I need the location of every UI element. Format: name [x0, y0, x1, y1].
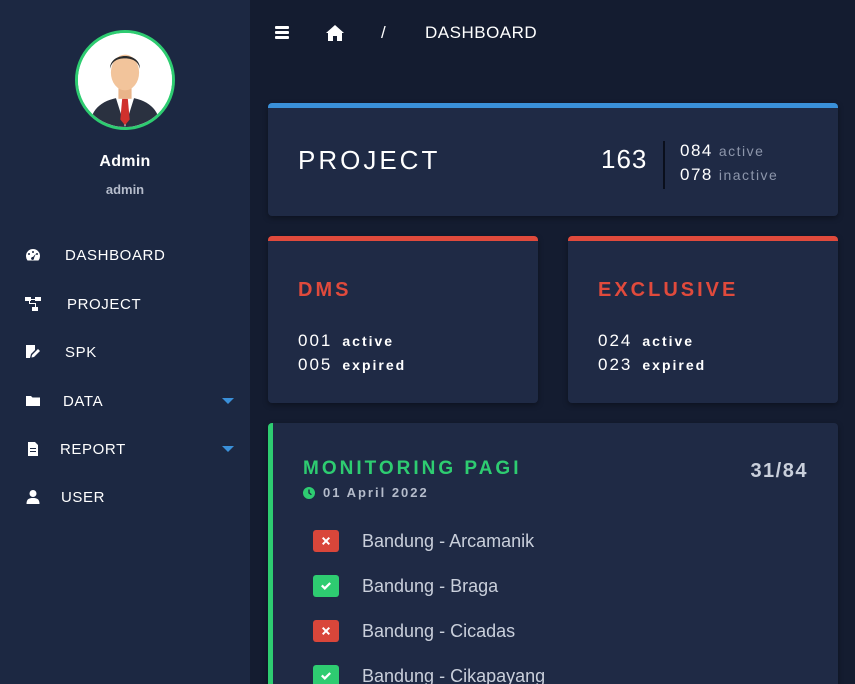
exclusive-card[interactable]: EXCLUSIVE 024 active 023 expired	[568, 236, 838, 403]
sidebar-item-user[interactable]: USER	[0, 479, 250, 515]
list-item-label: Bandung - Braga	[362, 575, 499, 596]
edit-document-icon	[24, 343, 42, 361]
exclusive-expired-count: 023	[598, 355, 633, 374]
status-ok-icon	[313, 575, 339, 597]
project-inactive-stat: 078 inactive	[680, 165, 778, 185]
sidebar-item-data[interactable]: DATA	[0, 383, 250, 419]
user-icon	[24, 488, 42, 506]
list-item-label: Bandung - Arcamanik	[362, 530, 535, 551]
project-card[interactable]: PROJECT 163 084 active 078 inactive	[268, 103, 838, 216]
dms-expired-label: expired	[342, 357, 407, 373]
monitoring-date-text: 01 April 2022	[323, 485, 429, 500]
monitoring-count: 31/84	[750, 460, 808, 482]
project-active-label: active	[718, 143, 765, 159]
project-inactive-label: inactive	[718, 167, 779, 183]
dms-active-label: active	[342, 333, 395, 349]
dms-title: DMS	[298, 279, 352, 301]
dms-card[interactable]: DMS 001 active 005 expired	[268, 236, 538, 403]
sidebar-item-label: PROJECT	[67, 295, 142, 313]
hamburger-menu-icon[interactable]	[275, 26, 289, 39]
dms-expired-count: 005	[298, 355, 333, 374]
project-active-count: 084	[680, 141, 713, 160]
sidebar-item-spk[interactable]: SPK	[0, 334, 250, 370]
sidebar-item-project[interactable]: PROJECT	[0, 286, 250, 322]
status-fail-icon	[313, 530, 339, 552]
exclusive-title: EXCLUSIVE	[598, 279, 739, 301]
list-item-label: Bandung - Cicadas	[362, 620, 516, 641]
exclusive-active-label: active	[642, 333, 695, 349]
sidebar-item-label: DASHBOARD	[65, 246, 166, 264]
sidebar-item-label: USER	[61, 488, 106, 506]
list-item-label: Bandung - Cikapayang	[362, 665, 546, 684]
project-active-stat: 084 active	[680, 141, 764, 161]
breadcrumb-current: DASHBOARD	[425, 23, 538, 42]
exclusive-expired-stat: 023 expired	[598, 355, 706, 375]
dms-active-count: 001	[298, 331, 333, 350]
user-role: admin	[105, 182, 145, 197]
sidebar-item-label: SPK	[65, 343, 97, 361]
sidebar-item-dashboard[interactable]: DASHBOARD	[0, 237, 250, 273]
divider	[663, 141, 665, 189]
monitoring-card: MONITORING PAGI 01 April 2022 31/84 Band…	[268, 423, 838, 684]
project-total: 163	[601, 144, 648, 174]
user-name: Admin	[99, 153, 151, 170]
chevron-down-icon[interactable]	[222, 398, 234, 404]
sidebar-item-report[interactable]: REPORT	[0, 431, 250, 467]
breadcrumb-separator: /	[381, 23, 386, 42]
monitoring-title: MONITORING PAGI	[303, 458, 522, 479]
clock-icon	[303, 486, 315, 499]
dms-active-stat: 001 active	[298, 331, 394, 351]
list-item[interactable]: Bandung - Cikapayang	[313, 664, 545, 684]
status-ok-icon	[313, 665, 339, 684]
avatar[interactable]	[75, 30, 175, 130]
file-icon	[24, 440, 42, 458]
exclusive-active-count: 024	[598, 331, 633, 350]
project-inactive-count: 078	[680, 165, 713, 184]
list-item[interactable]: Bandung - Braga	[313, 574, 498, 598]
sidebar: Admin admin DASHBOARD PROJECT SPK DATA R…	[0, 0, 250, 684]
sitemap-icon	[24, 295, 42, 313]
home-icon[interactable]	[325, 24, 345, 42]
exclusive-active-stat: 024 active	[598, 331, 694, 351]
list-item[interactable]: Bandung - Arcamanik	[313, 529, 534, 553]
chevron-down-icon[interactable]	[222, 446, 234, 452]
topbar: / DASHBOARD	[250, 0, 855, 64]
sidebar-item-label: REPORT	[60, 440, 126, 458]
status-fail-icon	[313, 620, 339, 642]
sidebar-item-label: DATA	[63, 392, 104, 410]
monitoring-date: 01 April 2022	[303, 485, 429, 500]
user-avatar-icon	[78, 33, 172, 127]
dms-expired-stat: 005 expired	[298, 355, 406, 375]
dashboard-gauge-icon	[24, 246, 42, 264]
folder-icon	[24, 392, 42, 410]
project-title: PROJECT	[298, 145, 441, 175]
exclusive-expired-label: expired	[642, 357, 707, 373]
list-item[interactable]: Bandung - Cicadas	[313, 619, 515, 643]
